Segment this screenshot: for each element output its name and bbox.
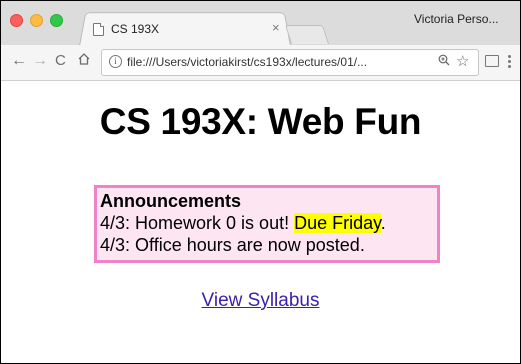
announcement-punctuation: .: [380, 213, 386, 233]
page-title: CS 193X: Web Fun: [99, 101, 422, 142]
zoom-icon[interactable]: [438, 54, 450, 69]
close-icon[interactable]: ×: [272, 20, 280, 35]
announcements-heading: Announcements: [100, 191, 242, 211]
page-content: CS 193X: Web Fun Announcements 4/3: Home…: [1, 81, 520, 363]
minimize-window-button[interactable]: [30, 14, 43, 27]
tab-strip: CS 193X × Victoria Perso...: [1, 1, 520, 46]
url-text[interactable]: file:///Users/victoriakirst/cs193x/lectu…: [127, 55, 367, 69]
profile-button[interactable]: Victoria Perso...: [414, 12, 498, 26]
announcement-item: 4/3: Homework 0 is out! Due Friday.: [100, 212, 437, 234]
due-friday-highlight: Due Friday: [294, 213, 381, 233]
announcements-box: Announcements 4/3: Homework 0 is out! Du…: [94, 185, 440, 263]
tab-cs193x[interactable]: CS 193X ×: [79, 10, 289, 45]
star-icon[interactable]: ☆: [456, 52, 469, 70]
forward-arrow-icon[interactable]: →: [32, 51, 48, 71]
menu-icon[interactable]: [508, 55, 511, 69]
back-arrow-icon[interactable]: ←: [11, 51, 27, 71]
info-icon[interactable]: i: [109, 55, 122, 68]
close-window-button[interactable]: [10, 14, 23, 27]
reload-icon[interactable]: C: [55, 51, 66, 71]
maximize-window-button[interactable]: [50, 14, 63, 27]
announcement-item: 4/3: Office hours are now posted.: [100, 235, 365, 255]
home-icon[interactable]: [77, 52, 91, 66]
page-icon: [93, 23, 104, 36]
tab-title: CS 193X: [111, 22, 160, 36]
toolbar: ← → C i file:///Users/victoriakirst/cs19…: [1, 45, 520, 81]
view-syllabus-link[interactable]: View Syllabus: [202, 290, 320, 311]
new-tab-button[interactable]: [284, 25, 330, 44]
announcement-text: 4/3: Homework 0 is out!: [100, 213, 295, 233]
cast-icon[interactable]: [485, 55, 499, 67]
browser-window: CS 193X × Victoria Perso... ← → C i file…: [0, 0, 521, 364]
syllabus-link-container: View Syllabus: [1, 290, 520, 312]
address-bar[interactable]: i file:///Users/victoriakirst/cs193x/lec…: [101, 49, 479, 76]
